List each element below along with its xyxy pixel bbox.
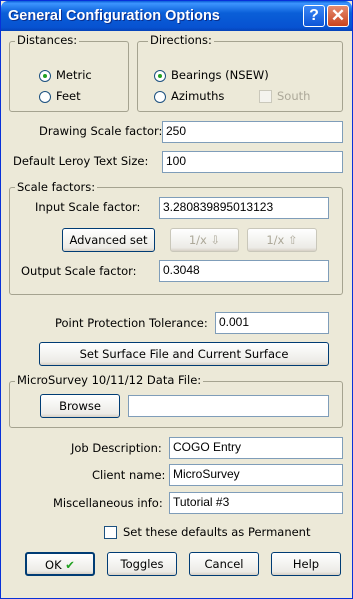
set-surface-button[interactable]: Set Surface File and Current Surface bbox=[39, 342, 329, 366]
drawing-scale-label: Drawing Scale factor: bbox=[39, 124, 163, 138]
checkmark-icon: ✔ bbox=[65, 558, 75, 572]
ok-button[interactable]: OK ✔ bbox=[25, 552, 95, 576]
scale-factors-legend: Scale factors: bbox=[15, 180, 98, 194]
point-protection-field[interactable]: 0.001 bbox=[215, 312, 329, 334]
input-scale-field[interactable]: 3.280839895013123 bbox=[159, 197, 329, 219]
client-name-field[interactable]: MicroSurvey bbox=[169, 464, 343, 486]
dialog-window: General Configuration Options ? ✕ Distan… bbox=[0, 0, 353, 599]
help-title-button[interactable]: ? bbox=[303, 5, 325, 27]
feet-radio[interactable] bbox=[39, 91, 51, 103]
metric-radio[interactable] bbox=[39, 70, 51, 82]
leroy-text-field[interactable]: 100 bbox=[162, 151, 343, 173]
misc-info-field[interactable]: Tutorial #3 bbox=[169, 492, 343, 514]
azimuths-radio[interactable] bbox=[154, 91, 166, 103]
leroy-text-label: Default Leroy Text Size: bbox=[13, 154, 149, 168]
bearings-label[interactable]: Bearings (NSEW) bbox=[171, 68, 269, 82]
input-scale-label: Input Scale factor: bbox=[35, 200, 141, 214]
misc-info-label: Miscellaneous info: bbox=[53, 496, 163, 510]
title-bar[interactable]: General Configuration Options ? ✕ bbox=[1, 1, 352, 31]
point-protection-label: Point Protection Tolerance: bbox=[55, 316, 208, 330]
output-scale-label: Output Scale factor: bbox=[21, 264, 137, 278]
azimuths-label[interactable]: Azimuths bbox=[171, 89, 224, 103]
drawing-scale-field[interactable]: 250 bbox=[162, 121, 343, 143]
ok-label: OK bbox=[45, 558, 62, 572]
close-button[interactable]: ✕ bbox=[327, 5, 349, 27]
inverse-up-button[interactable]: 1/x ⇧ bbox=[247, 228, 317, 252]
advanced-set-button[interactable]: Advanced set bbox=[62, 228, 155, 252]
south-checkbox[interactable] bbox=[259, 90, 272, 103]
directions-legend: Directions: bbox=[148, 33, 214, 47]
client-name-label: Client name: bbox=[92, 468, 166, 482]
toggles-button[interactable]: Toggles bbox=[107, 552, 177, 576]
permanent-checkbox[interactable] bbox=[104, 526, 117, 539]
question-icon: ? bbox=[309, 7, 319, 24]
cancel-button[interactable]: Cancel bbox=[189, 552, 259, 576]
inverse-down-button[interactable]: 1/x ⇩ bbox=[170, 228, 239, 252]
distances-legend: Distances: bbox=[15, 33, 80, 47]
browse-button[interactable]: Browse bbox=[40, 394, 120, 418]
job-description-label: Job Description: bbox=[71, 441, 162, 455]
window-title: General Configuration Options bbox=[8, 8, 220, 24]
permanent-label[interactable]: Set these defaults as Permanent bbox=[123, 525, 310, 539]
south-label: South bbox=[277, 89, 311, 103]
help-button[interactable]: Help bbox=[271, 552, 341, 576]
close-icon: ✕ bbox=[330, 6, 346, 25]
output-scale-field[interactable]: 0.3048 bbox=[159, 260, 329, 282]
data-file-field[interactable] bbox=[128, 395, 329, 417]
data-file-legend: MicroSurvey 10/11/12 Data File: bbox=[15, 373, 204, 387]
bearings-radio[interactable] bbox=[154, 70, 166, 82]
feet-label[interactable]: Feet bbox=[56, 89, 81, 103]
metric-label[interactable]: Metric bbox=[56, 68, 92, 82]
job-description-field[interactable]: COGO Entry bbox=[169, 437, 343, 459]
